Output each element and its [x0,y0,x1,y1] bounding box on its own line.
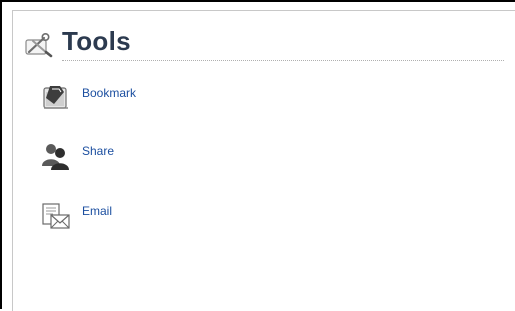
bookmark-icon [40,82,72,114]
email-link[interactable]: Email [82,204,112,218]
tools-header: Tools [24,20,504,64]
tools-icon [24,32,54,58]
email-icon [40,200,72,232]
tool-email[interactable]: Email [40,200,220,234]
tool-share[interactable]: Share [40,140,220,174]
tool-bookmark[interactable]: Bookmark [40,82,220,116]
header-divider [62,60,504,61]
share-link[interactable]: Share [82,144,114,158]
page-title: Tools [62,26,131,56]
share-icon [40,140,72,172]
bookmark-link[interactable]: Bookmark [82,86,136,100]
